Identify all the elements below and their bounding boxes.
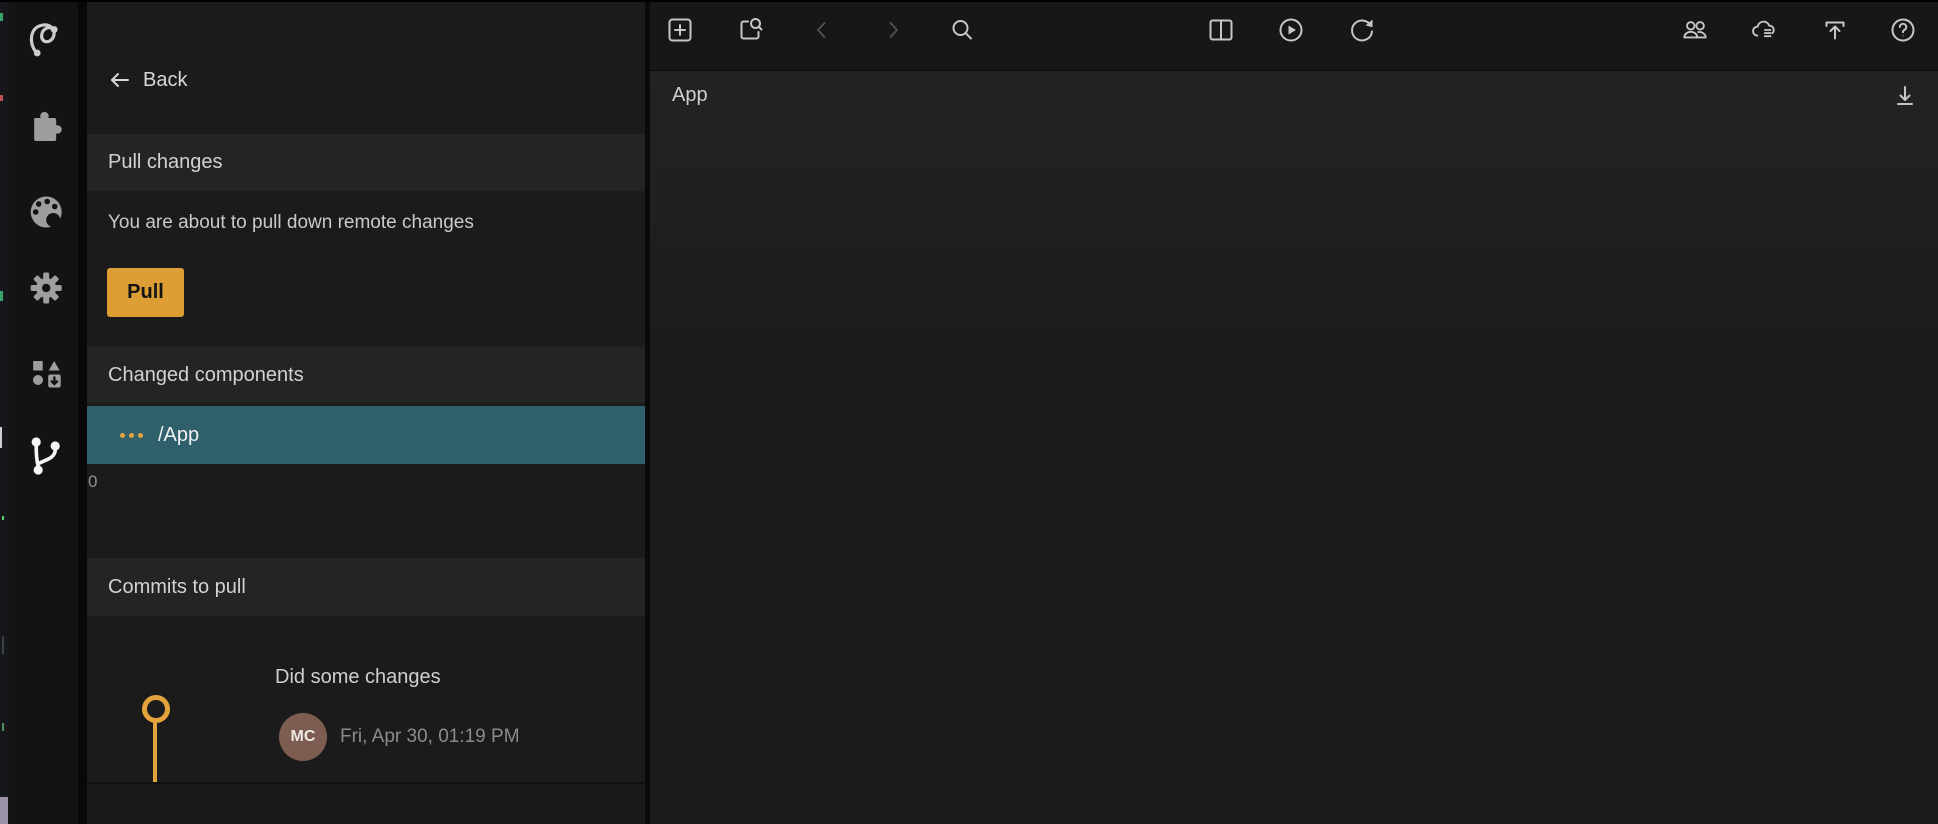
- changed-components-title: Changed components: [108, 364, 304, 387]
- panel-bottom-section: [87, 784, 645, 824]
- add-node-button[interactable]: [666, 16, 694, 44]
- upload-icon: [1821, 16, 1849, 44]
- commit-author-avatar: MC: [279, 713, 327, 761]
- search-button[interactable]: [948, 16, 976, 44]
- components-import-icon[interactable]: [22, 350, 70, 398]
- sidebar-rail: [0, 0, 78, 824]
- edge-mark: [0, 13, 3, 21]
- refresh-button[interactable]: [1348, 16, 1376, 44]
- run-preview-button[interactable]: [1277, 16, 1305, 44]
- add-node-icon: [666, 16, 694, 44]
- edge-mark: [0, 291, 3, 301]
- edge-mark: [0, 95, 3, 101]
- history-back-button[interactable]: [808, 16, 836, 44]
- search-icon: [948, 16, 976, 44]
- edge-mark: [2, 723, 4, 731]
- canvas-toolbar: [650, 0, 1938, 71]
- component-search-icon: [736, 16, 764, 44]
- help-button[interactable]: [1889, 16, 1917, 44]
- pull-changes-title: Pull changes: [108, 151, 223, 174]
- background-app-edge: [0, 0, 9, 824]
- noodl-logo-icon[interactable]: [22, 14, 70, 62]
- pull-description: You are about to pull down remote change…: [108, 212, 474, 234]
- collaborators-button[interactable]: [1681, 16, 1709, 44]
- history-forward-button[interactable]: [879, 16, 907, 44]
- plugins-puzzle-icon[interactable]: [22, 101, 70, 149]
- commit-message: Did some changes: [275, 666, 441, 689]
- back-button[interactable]: Back: [107, 68, 187, 92]
- back-arrow-icon: [107, 68, 131, 92]
- upload-button[interactable]: [1821, 16, 1849, 44]
- changed-components-header: Changed components: [87, 347, 645, 403]
- cloud-sync-button[interactable]: [1749, 16, 1777, 44]
- rail-panel-divider: [78, 0, 87, 824]
- edge-mark: [0, 427, 2, 448]
- changed-component-label: /App: [158, 424, 199, 447]
- commits-to-pull-title: Commits to pull: [108, 576, 246, 599]
- split-view-icon: [1207, 16, 1235, 44]
- component-search-button[interactable]: [736, 16, 764, 44]
- chevron-right-icon: [879, 16, 907, 44]
- pull-changes-header: Pull changes: [87, 134, 645, 191]
- styles-palette-icon[interactable]: [22, 188, 70, 236]
- version-control-panel: Back Pull changes You are about to pull …: [87, 0, 645, 824]
- window-top-edge: [0, 0, 1938, 2]
- download-icon: [1891, 82, 1919, 110]
- stray-zero-text: 0: [88, 472, 97, 492]
- help-icon: [1889, 16, 1917, 44]
- node-graph-canvas[interactable]: App: [650, 0, 1938, 824]
- edge-mark: [0, 797, 8, 824]
- refresh-icon: [1348, 16, 1376, 44]
- panel-canvas-divider: [645, 0, 650, 824]
- play-icon: [1277, 16, 1305, 44]
- pull-button[interactable]: Pull: [107, 268, 184, 317]
- changed-indicator-icon: [120, 433, 143, 438]
- collaborators-icon: [1681, 16, 1709, 44]
- commit-timestamp: Fri, Apr 30, 01:19 PM: [340, 726, 520, 748]
- commits-to-pull-header: Commits to pull: [87, 558, 645, 616]
- download-component-button[interactable]: [1891, 82, 1919, 110]
- back-label: Back: [143, 69, 187, 92]
- edge-mark: [2, 636, 4, 654]
- commit-timeline-line: [153, 722, 157, 782]
- split-view-button[interactable]: [1207, 16, 1235, 44]
- chevron-left-icon: [808, 16, 836, 44]
- breadcrumb[interactable]: App: [672, 84, 708, 107]
- edge-mark: [2, 516, 4, 520]
- version-control-branch-icon[interactable]: [22, 433, 70, 481]
- changed-component-row-app[interactable]: /App: [87, 406, 645, 464]
- cloud-sync-icon: [1749, 16, 1777, 44]
- commit-timeline-node: [142, 695, 170, 723]
- settings-gear-icon[interactable]: [22, 264, 70, 312]
